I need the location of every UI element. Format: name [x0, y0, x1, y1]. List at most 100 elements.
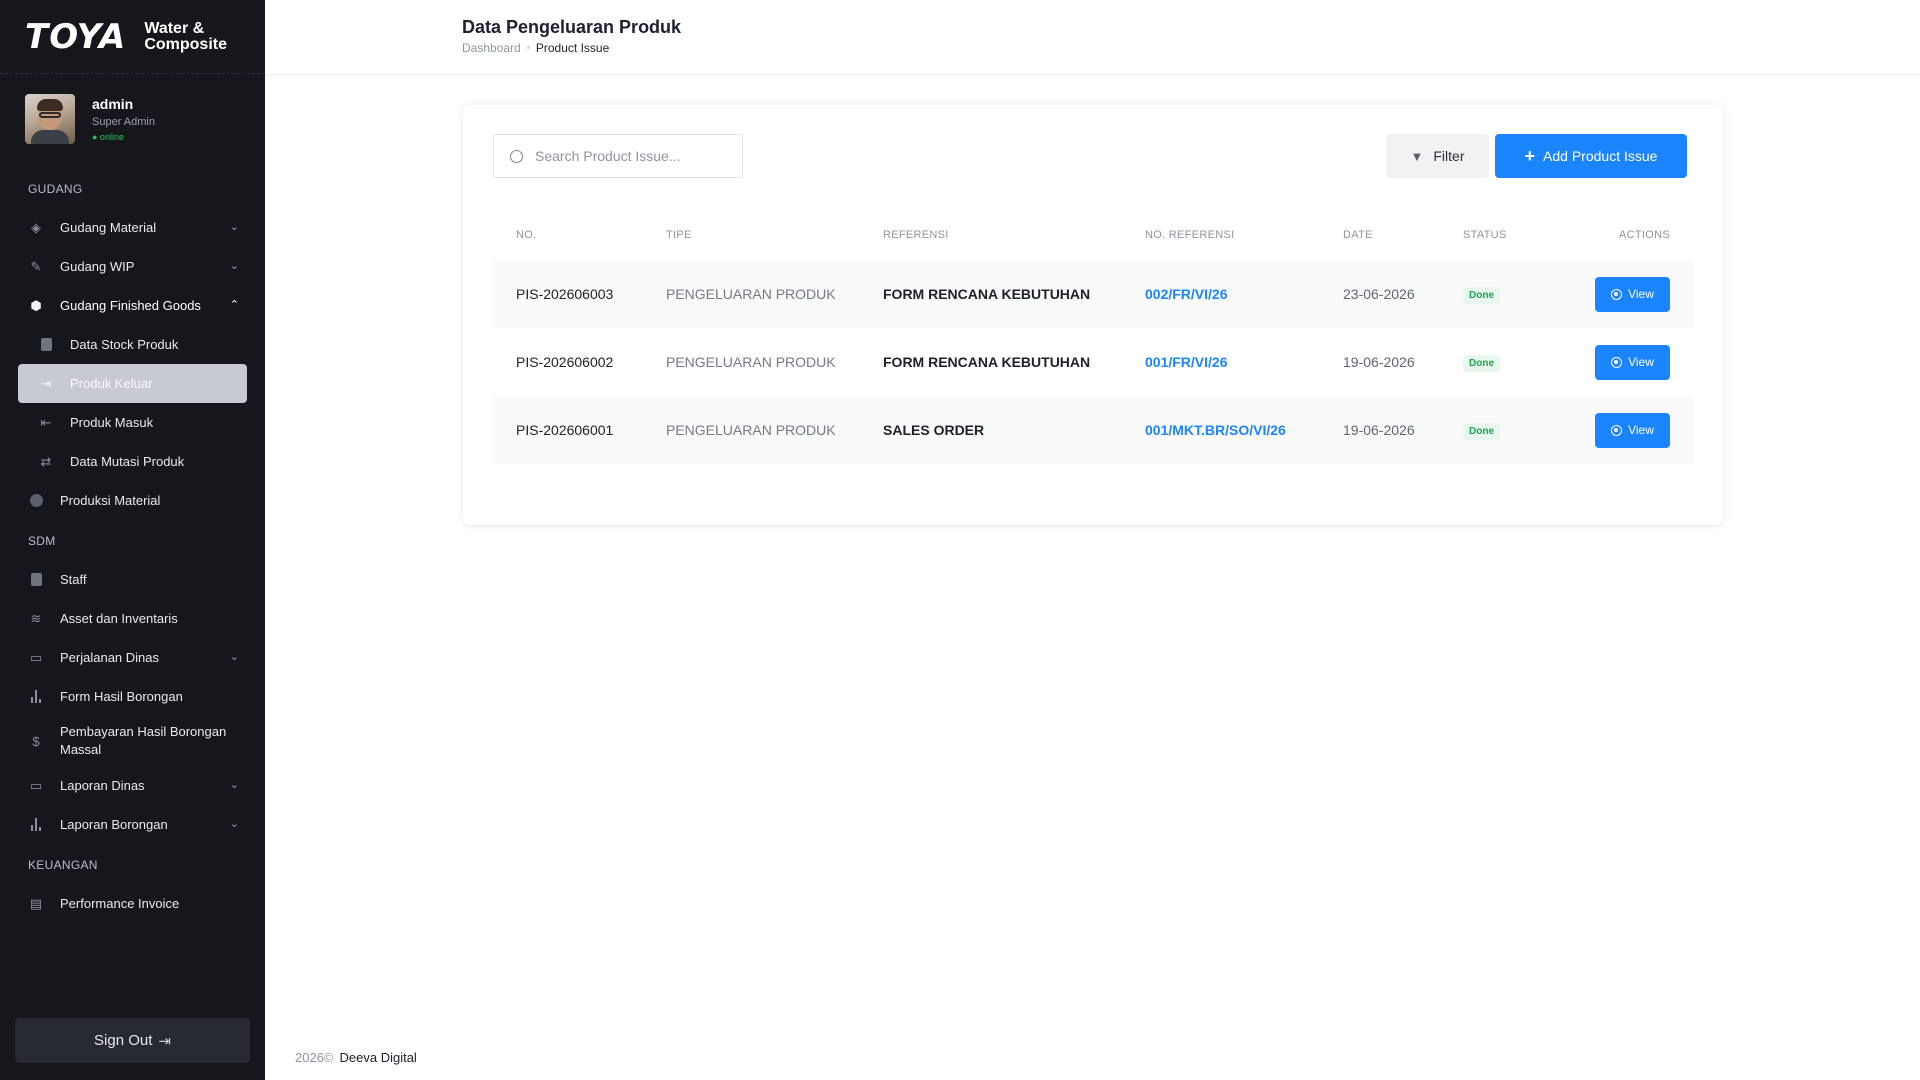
enter-icon: ⇤: [40, 414, 52, 430]
transfer-icon: ⇄: [40, 453, 52, 469]
column-header-no[interactable]: NO.: [493, 229, 666, 241]
cell-actions: View: [1593, 276, 1693, 312]
sidebar-item-label: Performance Invoice: [60, 896, 180, 911]
cell-date: 19-06-2026: [1343, 422, 1415, 438]
sidebar-item-gudang-finished-goods[interactable]: ⬢ Gudang Finished Goods ⌃: [0, 286, 265, 325]
view-label: View: [1628, 423, 1654, 437]
stock-icon: [38, 337, 54, 353]
sidebar-item-label: Data Mutasi Produk: [70, 454, 185, 469]
footer-company-link[interactable]: Deeva Digital: [340, 1050, 417, 1065]
column-header-date[interactable]: DATE: [1343, 229, 1463, 241]
sidebar-item-produk-masuk[interactable]: ⇤ Produk Masuk: [0, 403, 265, 442]
section-title-sdm: SDM: [28, 534, 56, 548]
user-role: Super Admin: [92, 116, 155, 128]
add-product-issue-button[interactable]: + Add Product Issue: [1495, 134, 1687, 178]
sidebar-item-label: Laporan Dinas: [60, 778, 145, 793]
chevron-down-icon: ⌄: [229, 779, 239, 791]
sidebar-item-label: Asset dan Inventaris: [60, 611, 178, 626]
sidebar-item-staff[interactable]: Staff: [0, 560, 265, 599]
sidebar-item-pembayaran-borongan[interactable]: $ Pembayaran Hasil Borongan Massal: [0, 716, 265, 766]
cell-actions: View: [1593, 412, 1693, 448]
sidebar-item-laporan-dinas[interactable]: ▭ Laporan Dinas ⌄: [0, 766, 265, 805]
cell-status: Done: [1463, 421, 1593, 440]
staff-icon: [28, 572, 44, 588]
sidebar-item-asset-inventaris[interactable]: ≋ Asset dan Inventaris: [0, 599, 265, 638]
sidebar-item-label: Produk Masuk: [70, 415, 154, 430]
section-title-keuangan: KEUANGAN: [28, 858, 98, 872]
sidebar-item-performance-invoice[interactable]: ▤ Performance Invoice: [0, 884, 265, 923]
eye-icon: [1611, 288, 1623, 300]
sidebar-item-laporan-borongan[interactable]: Laporan Borongan ⌄: [0, 805, 265, 844]
sidebar-item-data-mutasi-produk[interactable]: ⇄ Data Mutasi Produk: [0, 442, 265, 481]
page-title: Data Pengeluaran Produk: [462, 17, 682, 37]
sidebar-item-label: Gudang Finished Goods: [60, 298, 201, 313]
brand[interactable]: TOYA Water & Composite: [0, 0, 265, 74]
sidebar-item-perjalanan-dinas[interactable]: ▭ Perjalanan Dinas ⌄: [0, 638, 265, 677]
box-icon: ⬢: [30, 297, 42, 313]
sidebar-item-gudang-wip[interactable]: ✎ Gudang WIP ⌄: [0, 247, 265, 286]
column-header-tipe[interactable]: TIPE: [666, 229, 883, 241]
sidebar-item-gudang-material[interactable]: ◈ Gudang Material ⌄: [0, 208, 265, 247]
cell-no-referensi-link[interactable]: 001/FR/VI/26: [1145, 354, 1343, 370]
user-profile: admin Super Admin ● online: [0, 74, 265, 164]
cell-no: PIS-202606001: [516, 422, 614, 438]
sidebar-item-label: Gudang Material: [60, 220, 157, 235]
cell-date: 23-06-2026: [1343, 286, 1415, 302]
table-row: PIS-202606003 PENGELUARAN PRODUK FORM RE…: [493, 260, 1693, 328]
cell-referensi: FORM RENCANA KEBUTUHAN: [883, 286, 1091, 302]
sidebar-item-produksi-material[interactable]: Produksi Material: [0, 481, 265, 520]
search-box[interactable]: [493, 134, 743, 178]
column-header-status[interactable]: STATUS: [1463, 229, 1593, 241]
filter-label: Filter: [1433, 148, 1465, 164]
footer-year: 2026©: [295, 1050, 334, 1065]
eye-icon: [1611, 424, 1623, 436]
breadcrumb-home[interactable]: Dashboard: [462, 41, 521, 55]
plus-icon: +: [1524, 146, 1536, 166]
layers-icon: ≋: [30, 610, 42, 626]
page-header: Data Pengeluaran Produk Dashboard • Prod…: [265, 0, 1920, 75]
cell-no-referensi-link[interactable]: 001/MKT.BR/SO/VI/26: [1145, 422, 1343, 438]
status-badge: Done: [1463, 422, 1500, 440]
exit-icon: ⇥: [40, 375, 52, 391]
column-header-referensi[interactable]: REFERENSI: [883, 229, 1145, 241]
user-name: admin: [92, 96, 134, 112]
cell-date: 19-06-2026: [1343, 354, 1415, 370]
sign-out-label: Sign Out: [94, 1032, 153, 1049]
view-button[interactable]: View: [1595, 412, 1670, 448]
product-issue-card: ▼ Filter + Add Product Issue NO. TIPE RE…: [463, 105, 1723, 525]
cell-no: PIS-202606002: [516, 354, 614, 370]
chart-icon: [28, 817, 44, 833]
eye-icon: [1611, 356, 1623, 368]
sign-out-icon: ⇥: [158, 1032, 171, 1050]
sidebar-item-label: Laporan Borongan: [60, 817, 168, 832]
cell-no-referensi-link[interactable]: 002/FR/VI/26: [1145, 286, 1343, 302]
filter-button[interactable]: ▼ Filter: [1386, 134, 1489, 178]
sidebar-item-produk-keluar[interactable]: ⇥ Produk Keluar: [18, 364, 247, 403]
sidebar-item-form-hasil-borongan[interactable]: Form Hasil Borongan: [0, 677, 265, 716]
sidebar-item-label: Produk Keluar: [70, 376, 153, 391]
user-status: ● online: [92, 132, 124, 142]
sign-out-button[interactable]: Sign Out ⇥: [15, 1018, 250, 1063]
sidebar-item-data-stock-produk[interactable]: Data Stock Produk: [0, 325, 265, 364]
chevron-down-icon: ⌄: [229, 260, 239, 272]
sidebar: TOYA Water & Composite admin Super Admin…: [0, 0, 265, 1080]
cell-tipe: PENGELUARAN PRODUK: [666, 422, 836, 438]
cube-icon: ◈: [31, 219, 41, 235]
cell-actions: View: [1593, 344, 1693, 380]
invoice-icon: ▤: [29, 895, 43, 911]
avatar[interactable]: [25, 94, 75, 144]
wrench-icon: ✎: [30, 258, 42, 274]
brand-subtitle-line2: Composite: [144, 35, 227, 53]
add-product-issue-label: Add Product Issue: [1543, 148, 1658, 164]
column-header-no-referensi[interactable]: NO. REFERENSI: [1145, 229, 1343, 241]
table-row: PIS-202606001 PENGELUARAN PRODUK SALES O…: [493, 396, 1693, 464]
section-title-gudang: GUDANG: [28, 182, 83, 196]
view-button[interactable]: View: [1595, 344, 1670, 380]
search-input[interactable]: [535, 148, 715, 164]
chevron-up-icon: ⌃: [229, 299, 239, 311]
breadcrumb-separator-icon: •: [526, 43, 530, 53]
view-button[interactable]: View: [1595, 276, 1670, 312]
sidebar-item-label: Data Stock Produk: [70, 337, 179, 352]
filter-icon: ▼: [1410, 148, 1424, 164]
sidebar-item-label: Pembayaran Hasil Borongan Massal: [60, 724, 227, 757]
